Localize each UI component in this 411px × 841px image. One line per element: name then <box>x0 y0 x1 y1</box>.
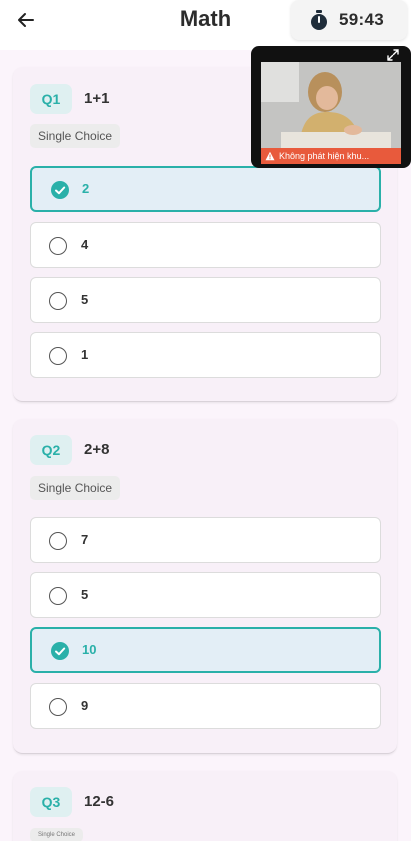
radio-icon <box>49 698 67 716</box>
warning-banner: Không phát hiện khu... <box>261 148 401 164</box>
radio-icon <box>49 237 67 255</box>
option-label: 5 <box>81 292 89 307</box>
question-number-badge: Q1 <box>30 84 72 114</box>
question-card-3: Q3 12-6 Single Choice <box>13 771 397 841</box>
option-q1-d[interactable]: 1 <box>30 332 381 378</box>
question-type-chip: Single Choice <box>30 124 121 148</box>
timer: 59:43 <box>291 0 407 40</box>
radio-icon <box>49 347 67 365</box>
question-text: 1+1 <box>84 90 110 107</box>
child-writing-illustration <box>261 62 401 148</box>
warning-icon <box>265 151 275 161</box>
question-text: 12-6 <box>84 793 115 810</box>
option-q2-a[interactable]: 7 <box>30 517 381 563</box>
question-type-chip: Single Choice <box>30 476 121 500</box>
option-q2-b[interactable]: 5 <box>30 572 381 618</box>
radio-icon <box>49 292 67 310</box>
timer-text: 59:43 <box>339 10 384 29</box>
warning-text: Không phát hiện khu... <box>279 151 370 161</box>
question-number-badge: Q2 <box>30 435 72 465</box>
option-q2-c[interactable]: 10 <box>30 627 381 673</box>
question-number-badge: Q3 <box>30 787 72 817</box>
option-label: 1 <box>81 347 89 362</box>
option-label: 2 <box>82 181 90 196</box>
option-label: 10 <box>82 642 97 657</box>
camera-feed-image <box>261 62 401 162</box>
option-label: 9 <box>81 698 89 713</box>
option-q1-c[interactable]: 5 <box>30 277 381 323</box>
option-label: 7 <box>81 532 89 547</box>
option-label: 5 <box>81 587 89 602</box>
checked-radio-icon <box>51 642 69 660</box>
question-card-2: Q2 2+8 Single Choice 7 5 10 9 <box>13 419 397 754</box>
option-q1-a[interactable]: 2 <box>30 166 381 212</box>
option-q2-d[interactable]: 9 <box>30 683 381 729</box>
stopwatch-icon <box>311 10 327 30</box>
radio-icon <box>49 532 67 550</box>
question-text: 2+8 <box>84 441 110 458</box>
radio-icon <box>49 587 67 605</box>
question-type-chip: Single Choice <box>30 828 84 841</box>
option-q1-b[interactable]: 4 <box>30 222 381 268</box>
option-label: 4 <box>81 237 89 252</box>
expand-icon[interactable] <box>387 49 399 61</box>
checked-radio-icon <box>51 181 69 199</box>
camera-preview[interactable]: Không phát hiện khu... <box>251 46 411 168</box>
